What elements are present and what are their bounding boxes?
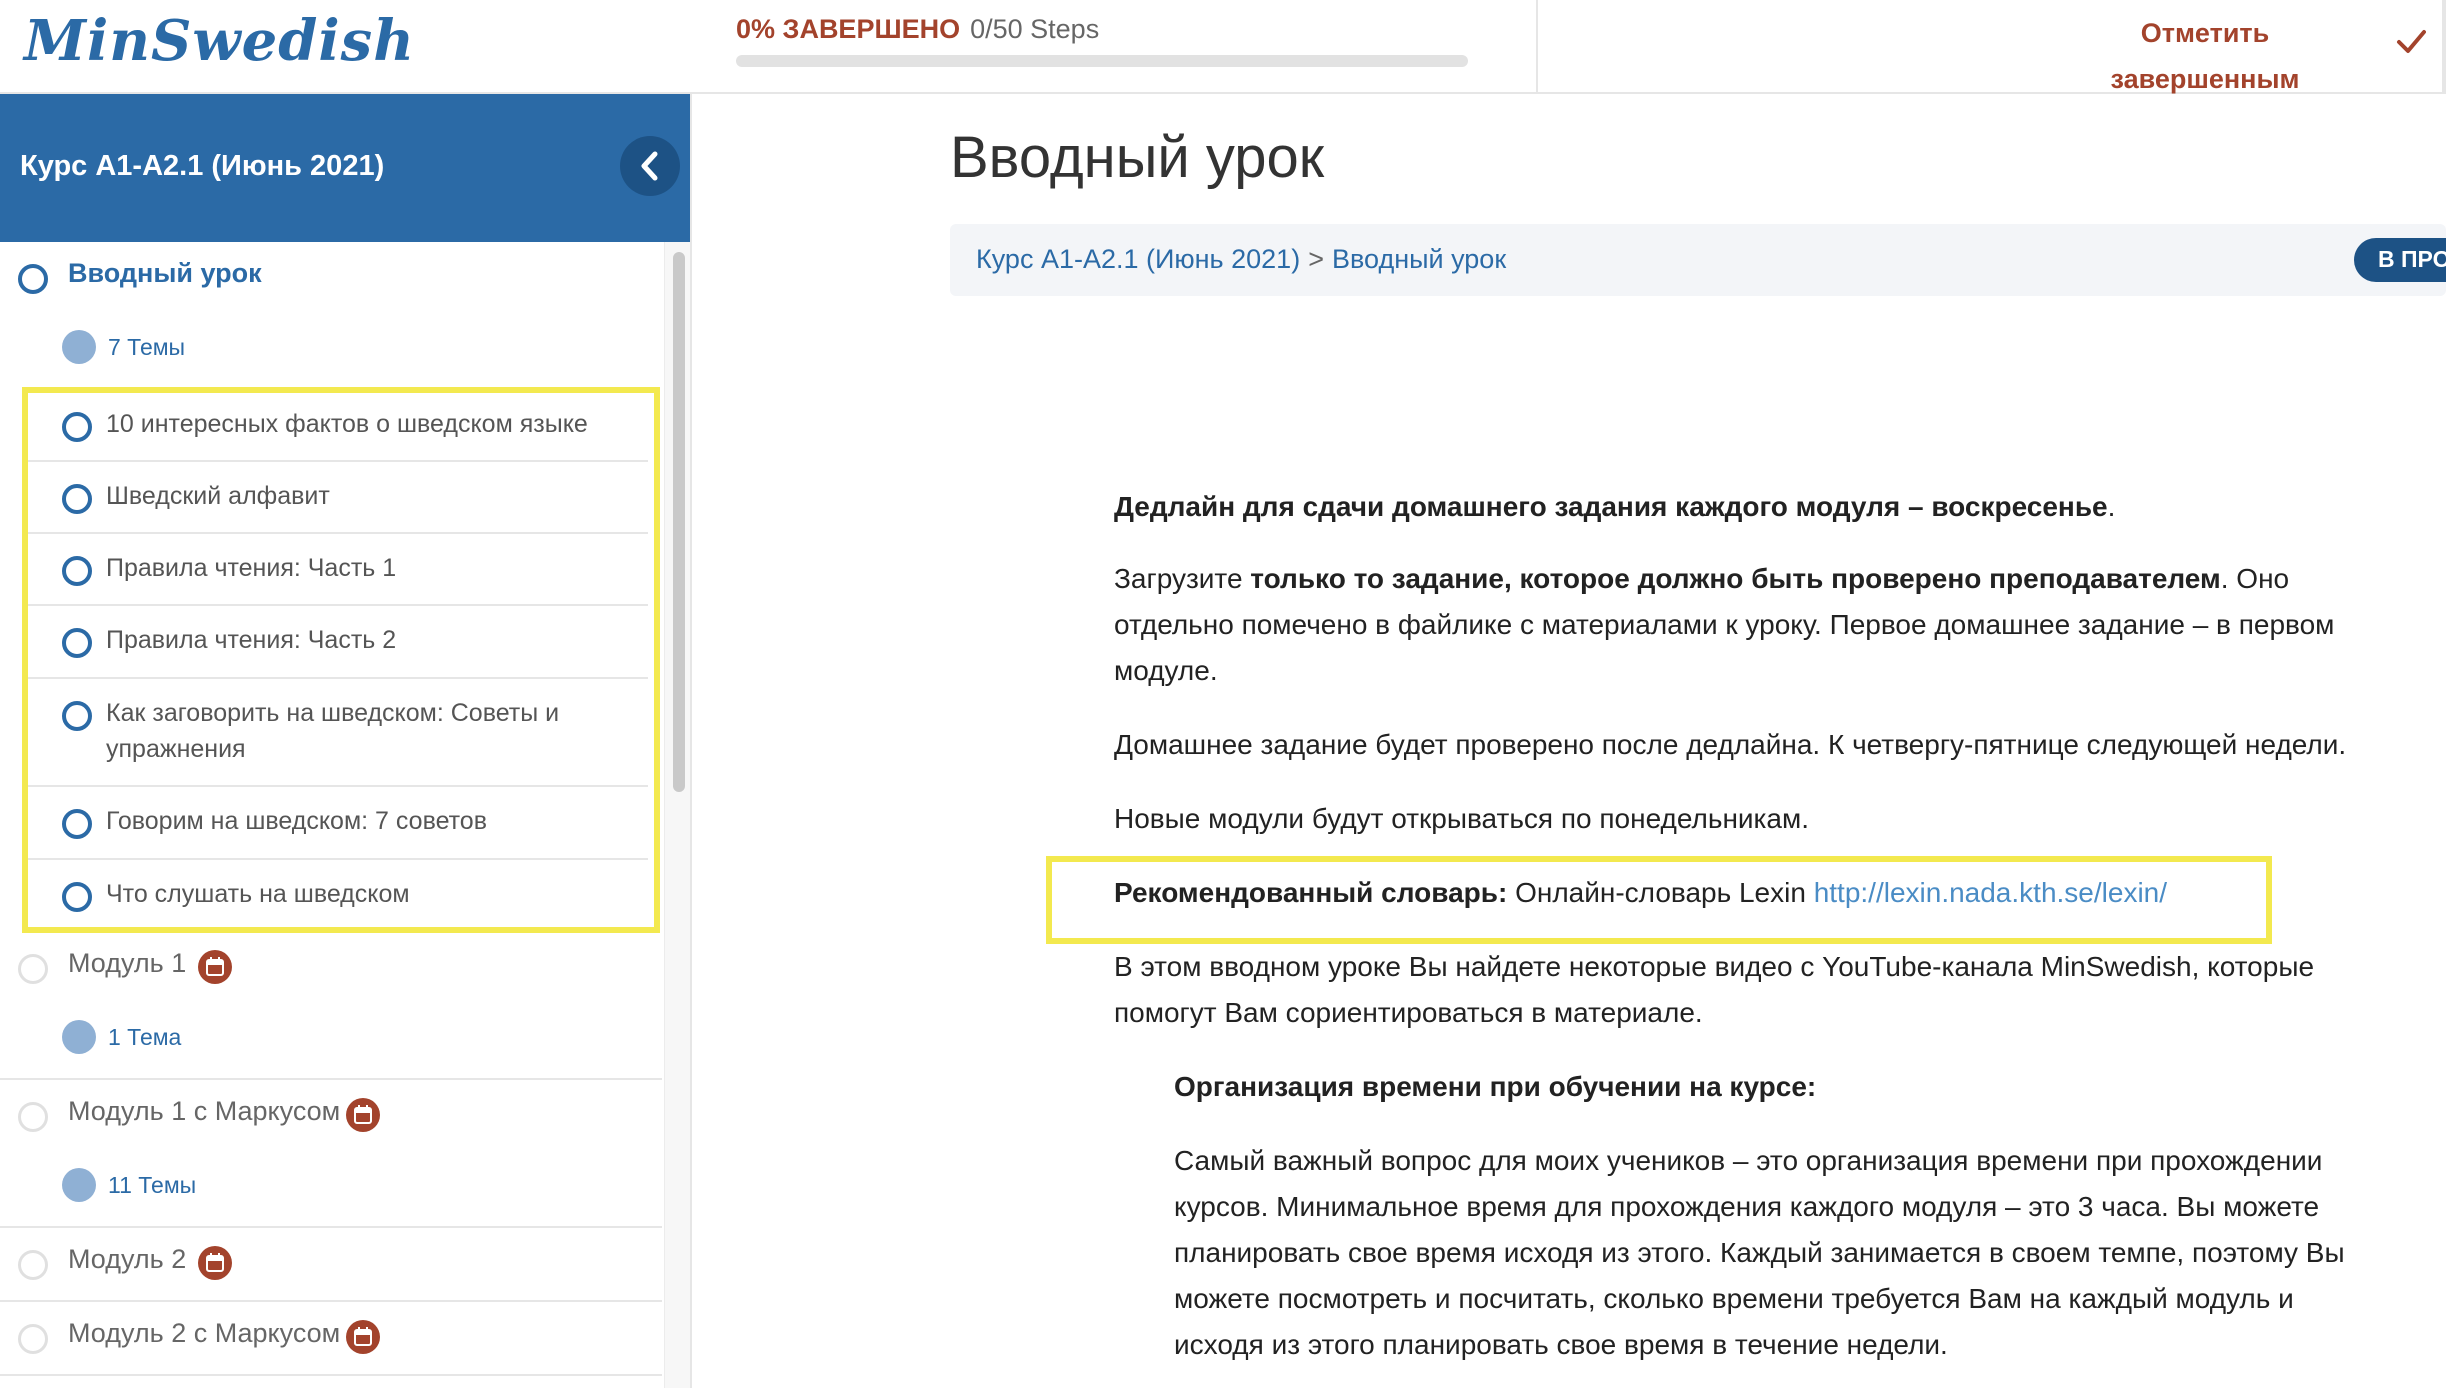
row-separator [0, 1300, 662, 1302]
collapse-sidebar-button[interactable] [620, 136, 680, 196]
header-divider [1536, 0, 1538, 92]
lesson-status-icon [18, 264, 48, 294]
page-title: Вводный урок [950, 125, 1325, 190]
lesson-status-icon [18, 1102, 48, 1132]
topics-count-module-1-markus[interactable]: 11 Темы [108, 1172, 196, 1199]
row-separator [0, 1078, 662, 1080]
upload-bold: только то задание, которое должно быть п… [1250, 563, 2221, 594]
deadline-paragraph: Дедлайн для сдачи домашнего задания кажд… [1114, 484, 2115, 530]
calendar-icon [346, 1320, 380, 1354]
lesson-status-icon [18, 1250, 48, 1280]
topics-expand-icon[interactable] [62, 1168, 96, 1202]
course-title[interactable]: Курс A1-A2.1 (Июнь 2021) [20, 150, 384, 183]
lesson-title-module-2[interactable]: Модуль 2 [68, 1244, 186, 1275]
progress-widget: 0% ЗАВЕРШЕНО 0/50 Steps [736, 14, 1468, 67]
time-paragraph: Самый важный вопрос для моих учеников – … [1174, 1138, 2345, 1368]
intro-line-1: В этом вводном уроке Вы найдете некоторы… [1114, 951, 2315, 982]
topics-expand-icon[interactable] [62, 1020, 96, 1054]
calendar-icon [198, 950, 232, 984]
upload-line-2: отдельно помечено в файлике с материалам… [1114, 609, 2335, 640]
modules-paragraph: Новые модули будут открываться по понеде… [1114, 803, 1810, 834]
intro-line-2: помогут Вам сориентироваться в материале… [1114, 997, 1703, 1028]
checkmark-icon[interactable] [2396, 24, 2426, 58]
mark-complete-button[interactable]: Отметить завершенным [2060, 10, 2350, 102]
breadcrumb: Курс A1-A2.1 (Июнь 2021) > Вводный урок [950, 224, 2446, 296]
lesson-title-module-2-markus[interactable]: Модуль 2 с Маркусом [68, 1318, 340, 1349]
breadcrumb-current[interactable]: Вводный урок [1332, 244, 1506, 274]
breadcrumb-separator: > [1308, 244, 1324, 274]
row-separator [0, 1374, 662, 1376]
time-heading: Организация времени при обучении на курс… [1174, 1064, 1816, 1110]
time-line-1: Самый важный вопрос для моих учеников – … [1174, 1145, 2323, 1176]
time-line-3: планировать свое время исходя из этого. … [1174, 1237, 2345, 1268]
deadline-bold: Дедлайн для сдачи домашнего задания кажд… [1114, 491, 2108, 522]
lesson-status-icon [18, 954, 48, 984]
breadcrumb-text: Курс A1-A2.1 (Июнь 2021) > Вводный урок [976, 244, 1506, 275]
header-right-divider [2442, 0, 2446, 92]
top-header: MinSwedish 0% ЗАВЕРШЕНО 0/50 Steps Отмети… [0, 0, 2446, 94]
calendar-icon [346, 1098, 380, 1132]
deadline-end: . [2107, 491, 2116, 522]
lesson-title-module-1-markus[interactable]: Модуль 1 с Маркусом [68, 1096, 340, 1127]
lesson-title-module-1[interactable]: Модуль 1 [68, 948, 186, 979]
sidebar-scrollbar-thumb[interactable] [673, 252, 685, 792]
progress-bar [736, 55, 1468, 67]
sidebar-scrollbar[interactable] [664, 242, 690, 1388]
upload-paragraph: Загрузите только то задание, которое дол… [1114, 556, 2334, 694]
calendar-icon [198, 1246, 232, 1280]
time-line-2: курсов. Минимальное время для прохождени… [1174, 1191, 2320, 1222]
time-line-4: можете посмотреть и посчитать, сколько в… [1174, 1283, 2294, 1314]
course-sidebar: Курс A1-A2.1 (Июнь 2021) Вводный урок 7 … [0, 94, 692, 1388]
review-paragraph: Домашнее задание будет проверено после д… [1114, 729, 2347, 760]
progress-percent: 0% ЗАВЕРШЕНО [736, 14, 961, 44]
site-logo[interactable]: MinSwedish [24, 8, 415, 74]
topics-highlight-box [22, 387, 660, 933]
progress-text: 0% ЗАВЕРШЕНО 0/50 Steps [736, 14, 1468, 45]
time-line-5: исходя из этого планировать свое время в… [1174, 1329, 1948, 1360]
upload-line-3: модуле. [1114, 655, 1218, 686]
chevron-left-icon [641, 151, 658, 181]
progress-steps: 0/50 Steps [970, 14, 1100, 44]
time-heading-text: Организация времени при обучении на курс… [1174, 1071, 1817, 1102]
upload-start: Загрузите [1114, 563, 1251, 594]
row-separator [0, 1226, 662, 1228]
main-content: Вводный урок Курс A1-A2.1 (Июнь 2021) > Вв… [694, 94, 2446, 1388]
topics-expand-icon[interactable] [62, 330, 96, 364]
intro-videos-paragraph: В этом вводном уроке Вы найдете некоторы… [1114, 944, 2314, 1036]
status-badge: В ПРОЦЕССЕ [2354, 238, 2446, 282]
sidebar-header: Курс A1-A2.1 (Июнь 2021) [0, 94, 690, 242]
topics-count-intro[interactable]: 7 Темы [108, 334, 185, 361]
mark-complete-label-1: Отметить [2140, 18, 2270, 48]
upload-end: . Оно [2220, 563, 2290, 594]
breadcrumb-course-link[interactable]: Курс A1-A2.1 (Июнь 2021) [976, 244, 1300, 274]
topics-count-module-1[interactable]: 1 Тема [108, 1024, 181, 1051]
dictionary-highlight-box [1046, 856, 2272, 944]
lesson-title-intro[interactable]: Вводный урок [68, 258, 262, 289]
lesson-status-icon [18, 1324, 48, 1354]
